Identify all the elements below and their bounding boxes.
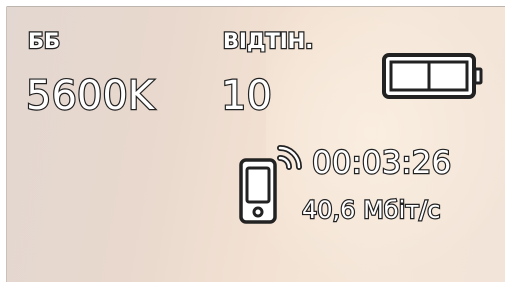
battery-icon xyxy=(382,53,483,99)
frame-left-edge xyxy=(6,6,7,282)
stream-bitrate: 40,6 Мбіт/с xyxy=(301,196,442,224)
tint-value: 10 xyxy=(220,73,273,119)
battery-level-fill xyxy=(389,60,431,92)
stream-duration: 00:03:26 xyxy=(311,145,453,181)
tint-label: ВІДТІН. xyxy=(222,29,315,53)
phone-wireless-icon xyxy=(239,145,302,224)
white-balance-label: ББ xyxy=(27,29,61,53)
white-balance-value: 5600K xyxy=(25,73,155,119)
